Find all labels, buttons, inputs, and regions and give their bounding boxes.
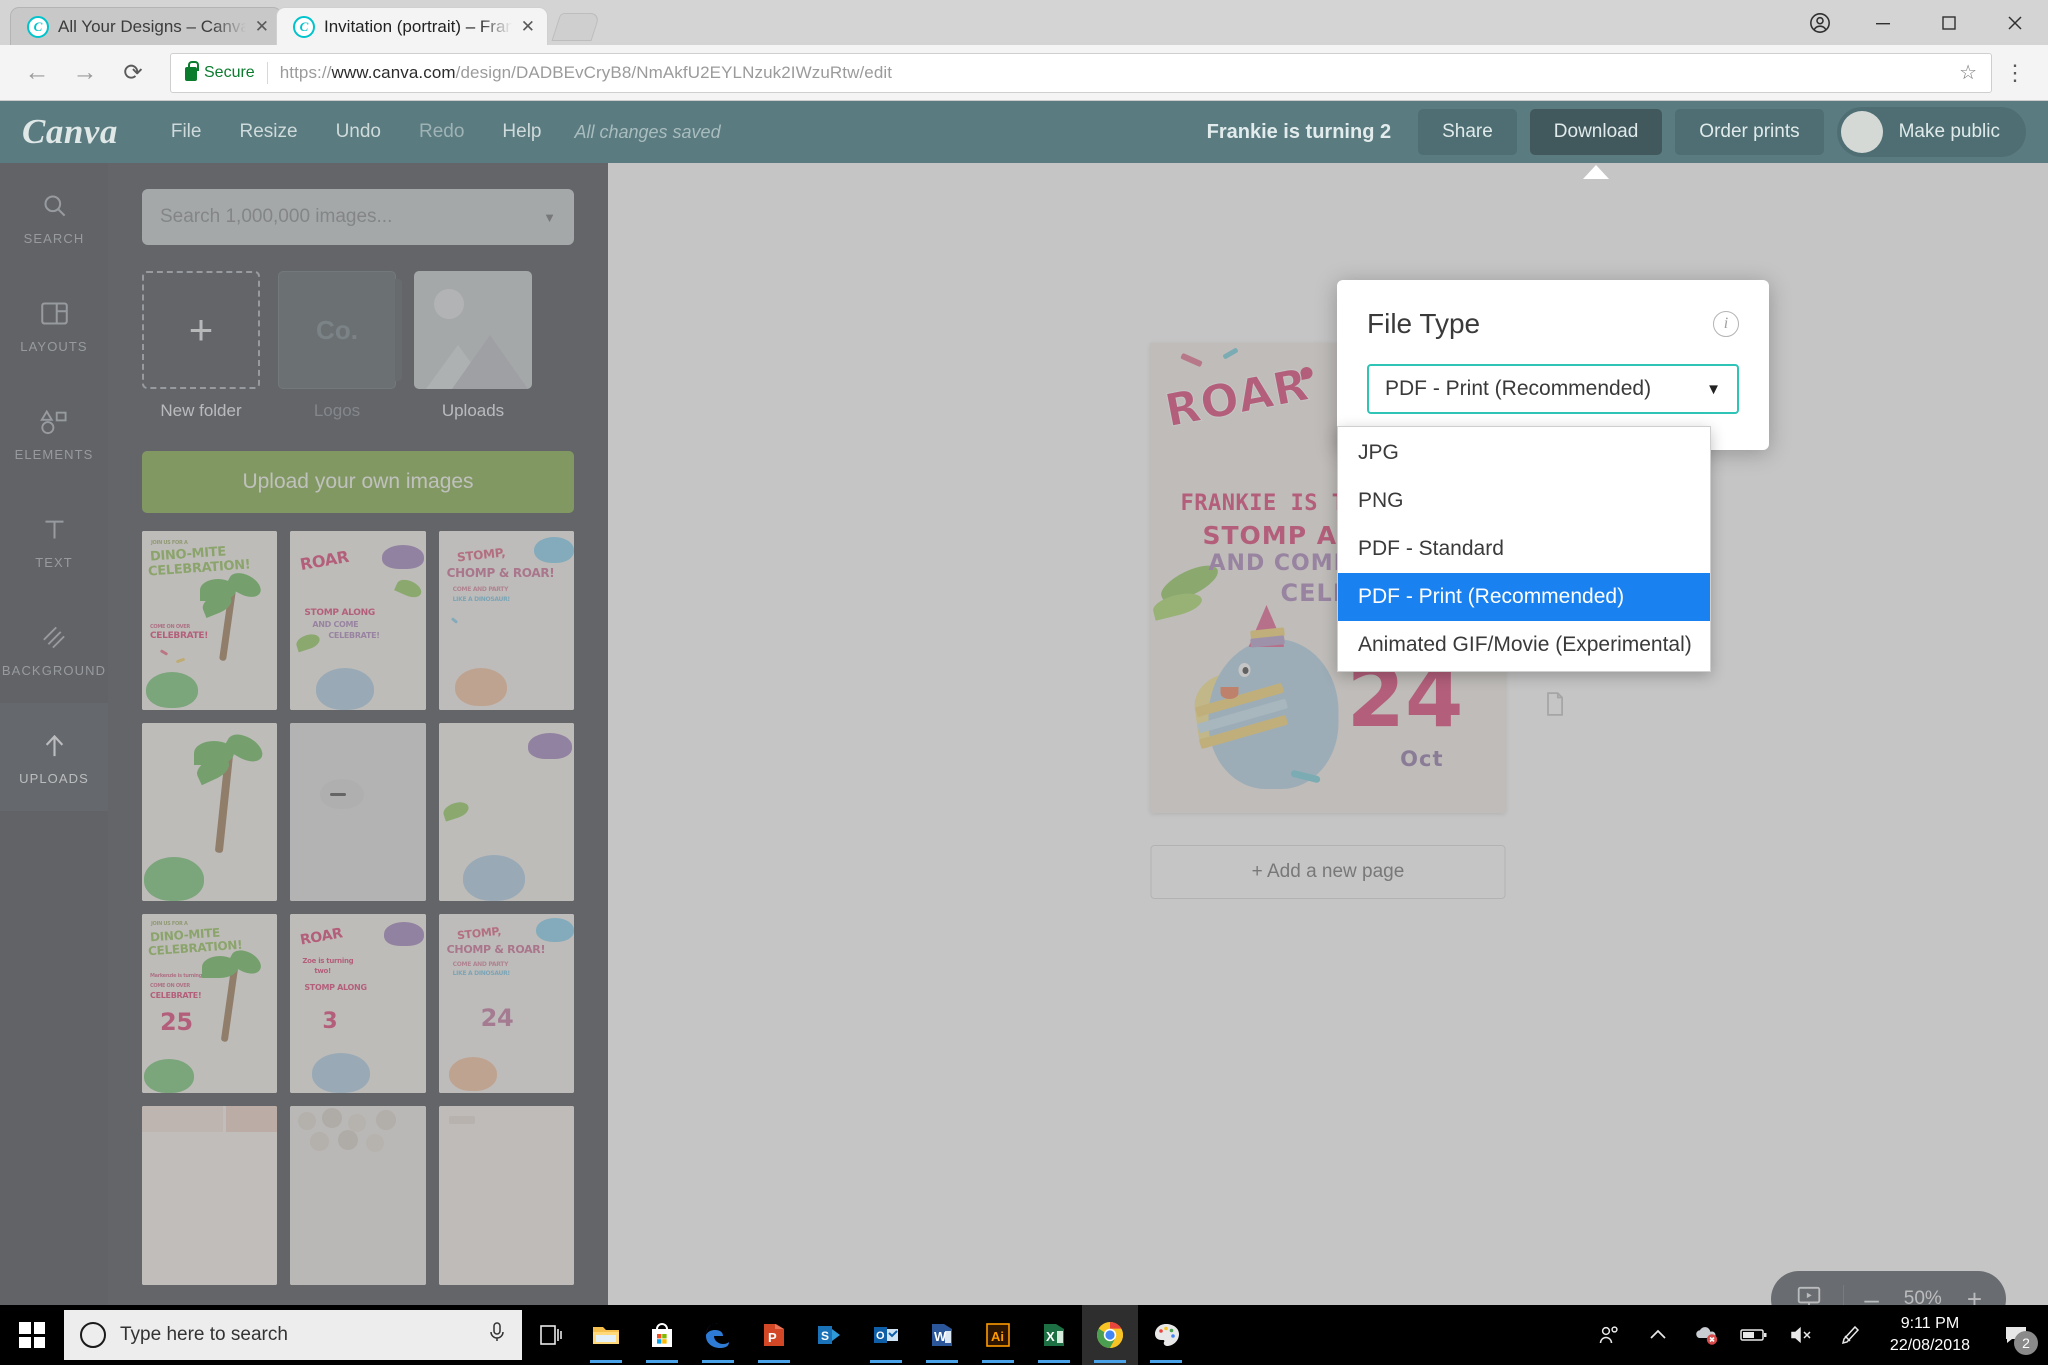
bookmark-star-icon[interactable]: ☆ bbox=[1959, 60, 1977, 85]
file-type-options-list: JPG PNG PDF - Standard PDF - Print (Reco… bbox=[1337, 426, 1711, 672]
taskbar-powerpoint-icon[interactable]: P bbox=[746, 1305, 802, 1365]
volume-muted-icon[interactable] bbox=[1780, 1305, 1824, 1365]
tab-close-icon[interactable]: ✕ bbox=[255, 18, 269, 35]
windows-logo-icon bbox=[19, 1322, 45, 1348]
svg-text:P: P bbox=[768, 1330, 777, 1345]
menu-undo[interactable]: Undo bbox=[317, 101, 400, 163]
window-controls bbox=[1790, 0, 2048, 45]
taskbar-microsoft-edge-icon[interactable] bbox=[690, 1305, 746, 1365]
svg-text:O: O bbox=[876, 1330, 885, 1342]
onedrive-error-icon[interactable] bbox=[1684, 1305, 1728, 1365]
menu-help[interactable]: Help bbox=[483, 101, 560, 163]
canva-logo[interactable]: Canva bbox=[22, 112, 118, 152]
tab-title: Invitation (portrait) – Fran bbox=[324, 16, 512, 36]
taskbar-skype-business-icon[interactable]: S bbox=[802, 1305, 858, 1365]
svg-text:Ai: Ai bbox=[991, 1329, 1004, 1344]
taskbar-app-icons: P S O W Ai X bbox=[522, 1305, 1194, 1365]
chrome-browser-window: C All Your Designs – Canva ✕ C Invitatio… bbox=[0, 0, 2048, 1365]
close-button[interactable] bbox=[1982, 0, 2048, 45]
make-public-label: Make public bbox=[1898, 121, 2000, 142]
file-type-select[interactable]: PDF - Print (Recommended) ▼ bbox=[1367, 364, 1739, 414]
chevron-down-icon: ▼ bbox=[1706, 380, 1721, 398]
back-button[interactable]: ← bbox=[16, 52, 58, 94]
clock-date: 22/08/2018 bbox=[1889, 1337, 1970, 1354]
save-status: All changes saved bbox=[574, 121, 721, 142]
clock-time: 9:11 PM bbox=[1900, 1315, 1960, 1333]
forward-button[interactable]: → bbox=[64, 52, 106, 94]
system-tray: 9:11 PM 22/08/2018 2 bbox=[1588, 1305, 2048, 1365]
people-icon[interactable] bbox=[1588, 1305, 1632, 1365]
toggle-knob bbox=[1840, 111, 1883, 153]
url-path: /design/DADBEvCryB8/NmAkfU2EYLNzuk2IWzuR… bbox=[455, 62, 893, 82]
menu-file[interactable]: File bbox=[152, 101, 221, 163]
cortana-icon bbox=[80, 1322, 106, 1348]
taskbar-clock[interactable]: 9:11 PM 22/08/2018 bbox=[1876, 1313, 1984, 1356]
taskbar-paint-3d-icon[interactable] bbox=[1138, 1305, 1194, 1365]
popup-header: File Type i bbox=[1367, 308, 1739, 340]
maximize-button[interactable] bbox=[1916, 0, 1982, 45]
browser-tab-1[interactable]: C Invitation (portrait) – Fran ✕ bbox=[276, 7, 548, 45]
secure-lock-icon: Secure bbox=[185, 61, 255, 82]
svg-text:X: X bbox=[1046, 1329, 1055, 1344]
option-pdf-print[interactable]: PDF - Print (Recommended) bbox=[1338, 573, 1710, 621]
file-type-selected-value: PDF - Print (Recommended) bbox=[1385, 377, 1652, 400]
info-icon[interactable]: i bbox=[1713, 311, 1739, 337]
browser-tab-0[interactable]: C All Your Designs – Canva ✕ bbox=[10, 7, 282, 45]
option-animated-gif[interactable]: Animated GIF/Movie (Experimental) bbox=[1338, 621, 1710, 669]
canva-favicon-icon: C bbox=[27, 15, 49, 38]
taskbar-microsoft-store-icon[interactable] bbox=[634, 1305, 690, 1365]
profile-icon[interactable] bbox=[1790, 0, 1850, 45]
pen-icon[interactable] bbox=[1828, 1305, 1872, 1365]
menu-redo[interactable]: Redo bbox=[400, 101, 483, 163]
tab-title: All Your Designs – Canva bbox=[58, 16, 246, 36]
secure-label: Secure bbox=[204, 63, 255, 81]
toolbar-right-group: Frankie is turning 2 Share Download Orde… bbox=[1207, 107, 2026, 157]
option-png[interactable]: PNG bbox=[1338, 477, 1710, 525]
order-prints-button[interactable]: Order prints bbox=[1675, 109, 1824, 155]
taskbar-illustrator-icon[interactable]: Ai bbox=[970, 1305, 1026, 1365]
search-placeholder: Type here to search bbox=[120, 1324, 288, 1345]
url-scheme: https:// bbox=[279, 62, 332, 82]
taskbar-search-box[interactable]: Type here to search bbox=[64, 1310, 522, 1360]
taskbar-excel-icon[interactable]: X bbox=[1026, 1305, 1082, 1365]
url-domain: www.canva.com bbox=[331, 62, 456, 82]
share-button[interactable]: Share bbox=[1418, 109, 1517, 155]
svg-text:W: W bbox=[934, 1329, 947, 1344]
address-bar[interactable]: Secure https://www.canva.com/design/DADB… bbox=[170, 52, 1992, 93]
option-pdf-standard[interactable]: PDF - Standard bbox=[1338, 525, 1710, 573]
canva-favicon-icon: C bbox=[293, 15, 315, 38]
taskbar-outlook-icon[interactable]: O bbox=[858, 1305, 914, 1365]
menu-resize[interactable]: Resize bbox=[220, 101, 316, 163]
minimize-button[interactable] bbox=[1850, 0, 1916, 45]
start-button[interactable] bbox=[0, 1305, 64, 1365]
omnibox-row: ← → ⟳ Secure https://www.canva.com/desig… bbox=[0, 45, 2048, 101]
make-public-toggle[interactable]: Make public bbox=[1836, 107, 2026, 157]
omnibox-divider bbox=[266, 61, 268, 84]
new-tab-button[interactable] bbox=[551, 13, 601, 41]
download-file-type-popup: File Type i PDF - Print (Recommended) ▼ bbox=[1337, 280, 1769, 450]
taskbar-google-chrome-icon[interactable] bbox=[1082, 1305, 1138, 1365]
microphone-icon[interactable] bbox=[488, 1321, 506, 1349]
file-type-title: File Type bbox=[1367, 308, 1481, 339]
taskbar-word-icon[interactable]: W bbox=[914, 1305, 970, 1365]
notification-badge: 2 bbox=[2014, 1331, 2038, 1355]
canva-app: Canva File Resize Undo Redo Help All cha… bbox=[0, 101, 2048, 1365]
tab-strip: C All Your Designs – Canva ✕ C Invitatio… bbox=[0, 0, 2048, 45]
taskbar-file-explorer-icon[interactable] bbox=[578, 1305, 634, 1365]
download-button[interactable]: Download bbox=[1529, 109, 1663, 155]
show-hidden-icons-icon[interactable] bbox=[1636, 1305, 1680, 1365]
svg-text:S: S bbox=[821, 1329, 829, 1343]
windows-taskbar: Type here to search P S O W Ai X 9:11 PM… bbox=[0, 1305, 2048, 1365]
taskbar-task-view-icon[interactable] bbox=[522, 1305, 578, 1365]
option-jpg[interactable]: JPG bbox=[1338, 429, 1710, 477]
reload-button[interactable]: ⟳ bbox=[112, 52, 154, 94]
canva-top-toolbar: Canva File Resize Undo Redo Help All cha… bbox=[0, 101, 2048, 163]
notification-center-button[interactable]: 2 bbox=[1988, 1305, 2044, 1365]
url-text: https://www.canva.com/design/DADBEvCryB8… bbox=[280, 63, 892, 83]
chrome-menu-icon[interactable]: ⋮ bbox=[1998, 60, 2032, 86]
tab-close-icon[interactable]: ✕ bbox=[521, 18, 535, 35]
design-title[interactable]: Frankie is turning 2 bbox=[1207, 121, 1391, 144]
battery-icon[interactable] bbox=[1732, 1305, 1776, 1365]
